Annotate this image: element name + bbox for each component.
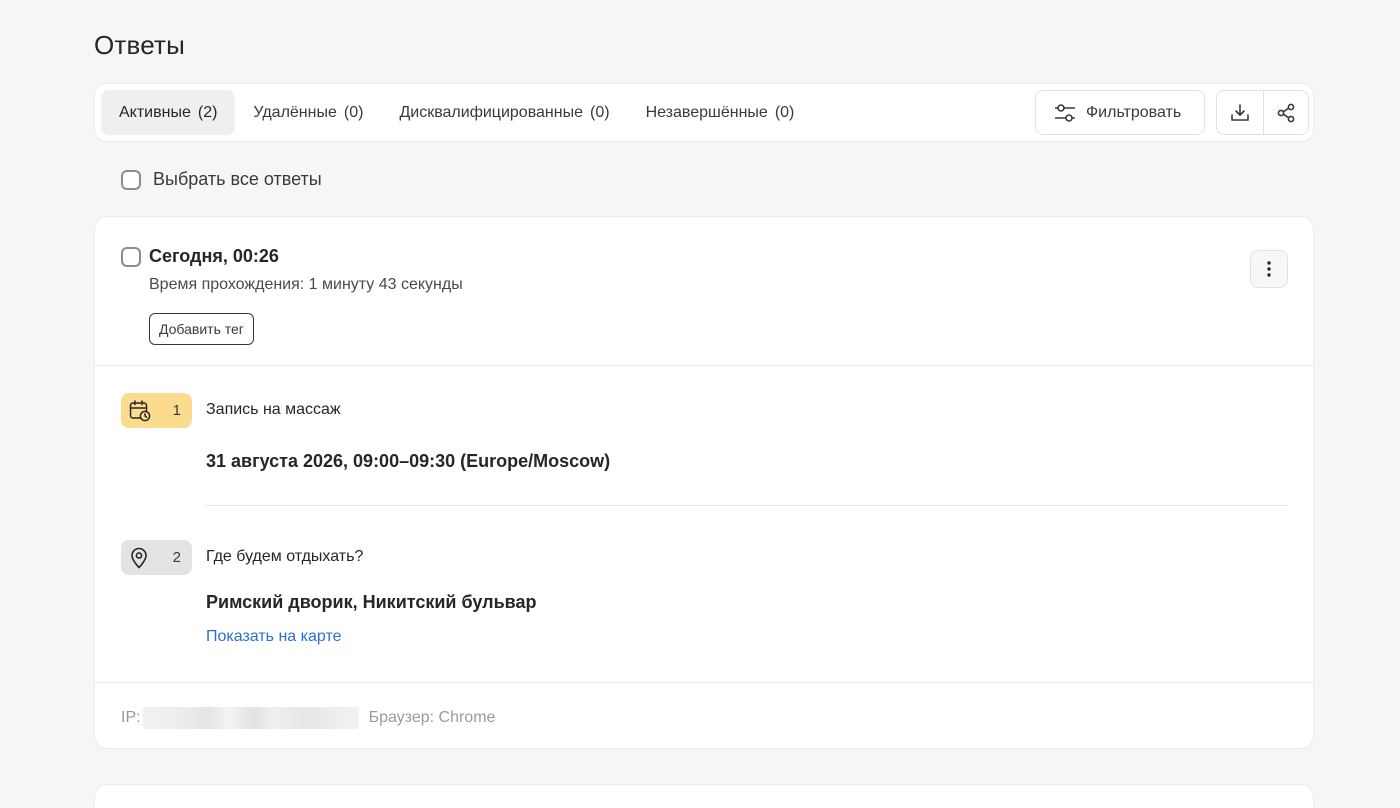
tab-deleted[interactable]: Удалённые (0) xyxy=(235,90,381,135)
download-button[interactable] xyxy=(1217,91,1263,134)
filter-button[interactable]: Фильтровать xyxy=(1035,90,1205,135)
response-checkbox[interactable] xyxy=(121,247,141,267)
responses-toolbar: Активные (2) Удалённые (0) Дисквалифицир… xyxy=(94,83,1314,142)
divider xyxy=(95,365,1313,366)
tab-label: Активные xyxy=(119,103,191,121)
filter-sliders-icon xyxy=(1055,103,1075,122)
tab-count: (2) xyxy=(197,103,218,121)
ip-label: IP: xyxy=(121,709,141,726)
response-meta: IP: Браузер: Chrome xyxy=(121,707,495,729)
page-title: Ответы xyxy=(94,30,186,60)
tab-count: (0) xyxy=(343,103,364,121)
tab-label: Незавершённые xyxy=(645,103,768,121)
question-answer: 31 августа 2026, 09:00–09:30 (Europe/Mos… xyxy=(206,451,611,471)
question-separator xyxy=(206,505,1288,506)
question-title: Запись на массаж xyxy=(206,401,341,418)
question-badge: 1 xyxy=(121,393,192,428)
divider xyxy=(95,682,1313,683)
tab-count: (0) xyxy=(590,103,610,121)
select-all-label: Выбрать все ответы xyxy=(153,169,322,189)
question-number: 1 xyxy=(172,402,181,419)
show-on-map-link[interactable]: Показать на карте xyxy=(206,628,341,646)
share-button[interactable] xyxy=(1262,91,1309,134)
tab-incomplete[interactable]: Незавершённые (0) xyxy=(628,90,813,135)
browser-info: Браузер: Chrome xyxy=(368,709,496,726)
location-pin-icon xyxy=(131,547,147,569)
tab-active[interactable]: Активные (2) xyxy=(101,90,236,135)
tab-count: (0) xyxy=(774,103,795,121)
calendar-clock-icon xyxy=(129,399,151,421)
question-badge: 2 xyxy=(121,540,192,575)
response-card xyxy=(94,784,1314,808)
more-actions-button[interactable] xyxy=(1250,250,1288,288)
responses-page: Ответы Активные (2) Удалённые (0) Дисква… xyxy=(0,0,1400,808)
tab-disqualified[interactable]: Дисквалифицированные (0) xyxy=(381,90,627,135)
response-duration: Время прохождения: 1 минуту 43 секунды xyxy=(149,276,463,293)
share-icon xyxy=(1277,103,1295,122)
select-all-checkbox[interactable] xyxy=(121,169,141,190)
response-date: Сегодня, 00:26 xyxy=(149,246,279,266)
response-card: Сегодня, 00:26 Время прохождения: 1 мину… xyxy=(94,216,1314,749)
status-tabs: Активные (2) Удалённые (0) Дисквалифицир… xyxy=(101,90,812,135)
tab-label: Удалённые xyxy=(253,103,337,121)
select-all-row: Выбрать все ответы xyxy=(121,169,322,190)
question-number: 2 xyxy=(172,549,181,566)
tab-label: Дисквалифицированные xyxy=(399,103,583,121)
filter-button-label: Фильтровать xyxy=(1086,103,1182,121)
question-title: Где будем отдыхать? xyxy=(206,548,364,565)
add-tag-button[interactable]: Добавить тег xyxy=(149,313,254,345)
export-actions xyxy=(1216,90,1309,135)
more-vertical-icon xyxy=(1267,261,1271,277)
ip-value-redacted xyxy=(142,707,359,729)
question-answer: Римский дворик, Никитский бульвар xyxy=(206,592,537,612)
download-icon xyxy=(1230,103,1249,121)
